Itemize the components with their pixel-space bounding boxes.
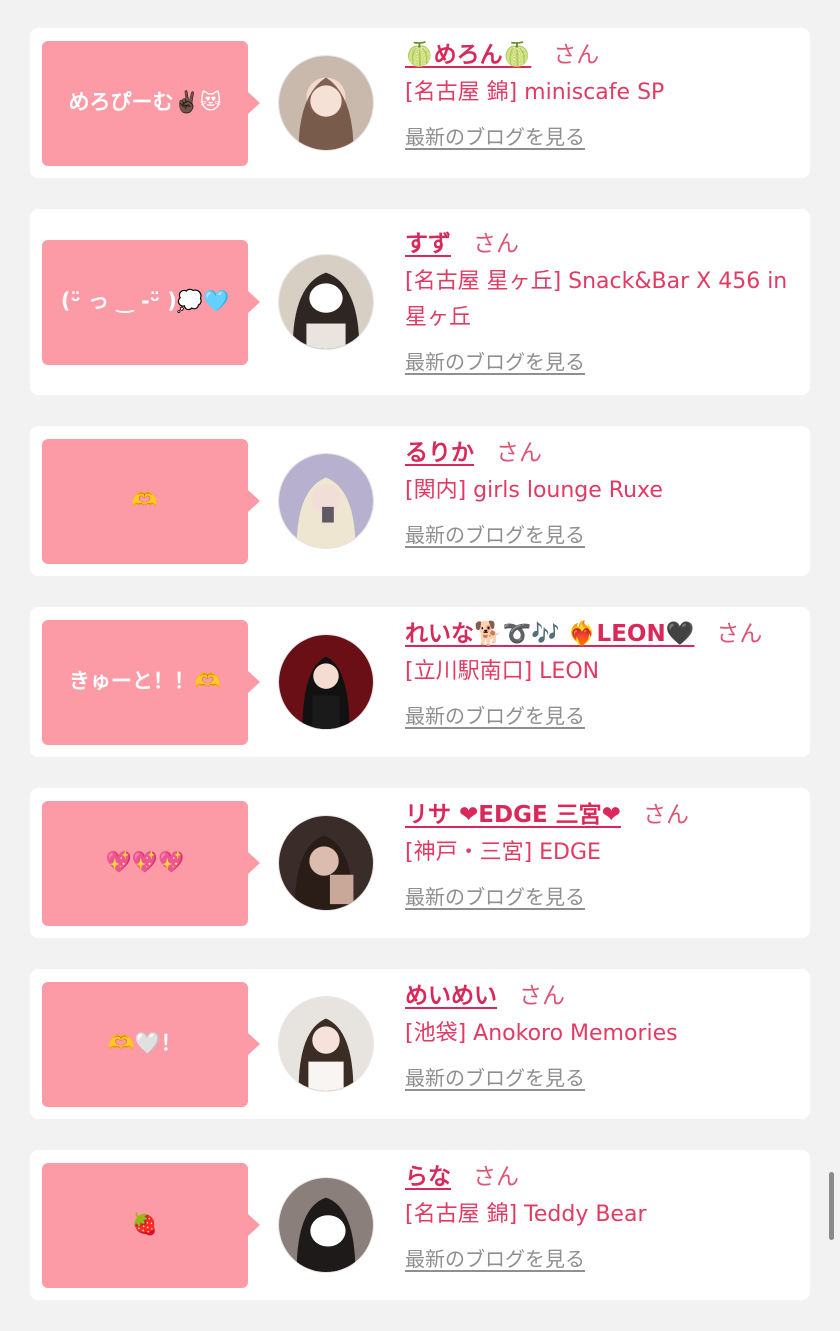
name-row: リサ ❤EDGE 三宮❤ さん	[405, 799, 798, 831]
honorific: さん	[519, 982, 565, 1009]
cast-name-link[interactable]: めいめい	[405, 983, 497, 1009]
entry-info: 🍈めろん🍈 さん [名古屋 錦] miniscafe SP 最新のブログを見る	[405, 41, 798, 166]
avatar[interactable]	[278, 996, 374, 1092]
list-item: 💖💖💖 リサ ❤EDGE 三宮❤ さん [神戸・三宮] EDGE 最新のブログを見…	[30, 788, 810, 938]
cast-name-link[interactable]: れいな🐕➰🎶 ❤️‍🔥LEON🖤	[405, 621, 694, 647]
list-item: 🍓 らな さん [名古屋 錦] Teddy Bear 最新のブログを見る	[30, 1150, 810, 1300]
shop-name: [名古屋 星ヶ丘] Snack&Bar X 456 in 星ヶ丘	[405, 268, 788, 330]
cast-name-link[interactable]: 🍈めろん🍈	[405, 42, 531, 68]
comment-bubble: 🍓	[42, 1162, 260, 1288]
entry-info: すず さん [名古屋 星ヶ丘] Snack&Bar X 456 in 星ヶ丘 最新…	[405, 230, 798, 375]
avatar[interactable]	[278, 55, 374, 151]
entry-info: めいめい さん [池袋] Anokoro Memories 最新のブログを見る	[405, 982, 798, 1107]
entry-info: らな さん [名古屋 錦] Teddy Bear 最新のブログを見る	[405, 1163, 798, 1288]
honorific: さん	[496, 439, 542, 466]
name-row: めいめい さん	[405, 980, 798, 1012]
avatar[interactable]	[278, 815, 374, 911]
comment-bubble: 🫶🤍！	[42, 981, 260, 1107]
list-item: 🫶 るりか さん [関内] girls lounge Ruxe 最新のブログを見る	[30, 426, 810, 576]
view-blog-link[interactable]: 最新のブログを見る	[405, 519, 585, 548]
view-blog-link[interactable]: 最新のブログを見る	[405, 121, 585, 150]
shop-name: [名古屋 錦] miniscafe SP	[405, 79, 665, 105]
avatar[interactable]	[278, 634, 374, 730]
name-row: れいな🐕➰🎶 ❤️‍🔥LEON🖤 さん	[405, 618, 798, 650]
shop-name: [名古屋 錦] Teddy Bear	[405, 1201, 647, 1227]
comment-bubble: 💖💖💖	[42, 800, 260, 926]
honorific: さん	[473, 230, 519, 257]
entry-info: リサ ❤EDGE 三宮❤ さん [神戸・三宮] EDGE 最新のブログを見る	[405, 801, 798, 926]
list-item: (ᵕ̈ っ ‿ -ᵕ̈ )💭🩵 すず さん [名古屋 星ヶ丘] Snack&Bar…	[30, 209, 810, 395]
honorific: さん	[716, 620, 763, 647]
shop-name: [立川駅南口] LEON	[405, 658, 600, 684]
shop-name: [関内] girls lounge Ruxe	[405, 477, 663, 503]
name-row: 🍈めろん🍈 さん	[405, 39, 798, 71]
avatar[interactable]	[278, 1177, 374, 1273]
view-blog-link[interactable]: 最新のブログを見る	[405, 1062, 585, 1091]
name-row: すず さん	[405, 228, 798, 260]
comment-bubble: きゅーと！！🫶	[42, 619, 260, 745]
list-item: きゅーと！！🫶 れいな🐕➰🎶 ❤️‍🔥LEON🖤 さん [立川駅南口] LEON …	[30, 607, 810, 757]
cast-name-link[interactable]: らな	[405, 1164, 451, 1190]
honorific: さん	[473, 1163, 519, 1190]
view-blog-link[interactable]: 最新のブログを見る	[405, 881, 585, 910]
cast-name-link[interactable]: るりか	[405, 440, 474, 466]
honorific: さん	[642, 801, 689, 828]
name-row: らな さん	[405, 1161, 798, 1193]
name-row: るりか さん	[405, 437, 798, 469]
shop-name: [神戸・三宮] EDGE	[405, 839, 601, 865]
view-blog-link[interactable]: 最新のブログを見る	[405, 1243, 585, 1272]
scrollbar[interactable]	[829, 1172, 834, 1240]
view-blog-link[interactable]: 最新のブログを見る	[405, 700, 585, 729]
entry-info: れいな🐕➰🎶 ❤️‍🔥LEON🖤 さん [立川駅南口] LEON 最新のブログを見…	[405, 620, 798, 745]
cast-list: めろぴーむ✌🏿😻 🍈めろん🍈 さん [名古屋 錦] miniscafe SP 最新…	[30, 28, 810, 1331]
avatar[interactable]	[278, 254, 374, 350]
list-item: めろぴーむ✌🏿😻 🍈めろん🍈 さん [名古屋 錦] miniscafe SP 最新…	[30, 28, 810, 178]
cast-name-link[interactable]: すず	[405, 231, 451, 257]
view-blog-link[interactable]: 最新のブログを見る	[405, 346, 585, 375]
honorific: さん	[553, 41, 600, 68]
list-item: 🫶🤍！ めいめい さん [池袋] Anokoro Memories 最新のブログを…	[30, 969, 810, 1119]
cast-name-link[interactable]: リサ ❤EDGE 三宮❤	[405, 802, 621, 828]
comment-bubble: 🫶	[42, 438, 260, 564]
entry-info: るりか さん [関内] girls lounge Ruxe 最新のブログを見る	[405, 439, 798, 564]
shop-name: [池袋] Anokoro Memories	[405, 1020, 678, 1046]
comment-bubble: (ᵕ̈ っ ‿ -ᵕ̈ )💭🩵	[42, 239, 260, 365]
comment-bubble: めろぴーむ✌🏿😻	[42, 40, 260, 166]
avatar[interactable]	[278, 453, 374, 549]
